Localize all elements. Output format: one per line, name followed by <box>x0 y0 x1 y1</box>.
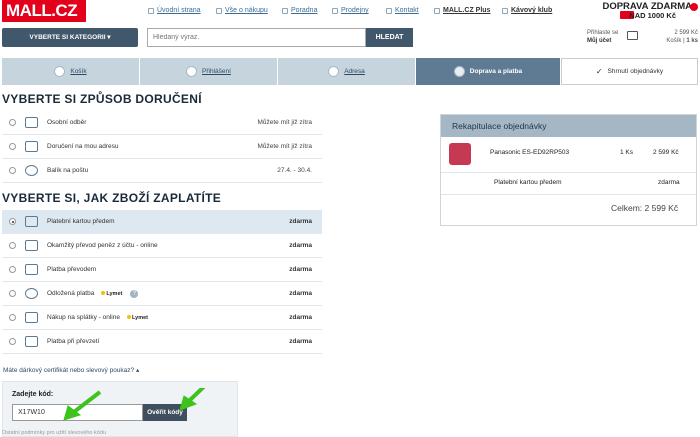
step-summary: ✓ Shrnutí objednávky <box>561 58 698 85</box>
delivery-title: VYBERTE SI ZPŮSOB DORUČENÍ <box>2 92 202 106</box>
pencil-icon <box>186 66 198 77</box>
payment-option-cod[interactable]: Platba při převzetí zdarma <box>2 330 322 354</box>
check-icon: ✓ <box>595 67 603 76</box>
payment-option-deferred[interactable]: Odložená platba Lymet? zdarma <box>2 282 322 306</box>
post-horn-icon <box>25 165 38 176</box>
radio[interactable] <box>9 290 16 297</box>
delivery-options: Osobní odběr Můžete mít již zítra Doručen… <box>2 111 322 183</box>
free-shipping-threshold: NAD 1000 Kč <box>629 11 676 20</box>
info-icon <box>216 7 222 14</box>
cart-summary[interactable]: 2 599 Kč Košík | 1 ks <box>654 29 698 45</box>
order-recap-title: Rekapitulace objednávky <box>441 115 696 137</box>
payment-option-transfer[interactable]: Platba převodem zdarma <box>2 258 322 282</box>
radio[interactable] <box>9 314 16 321</box>
payment-title: VYBERTE SI, JAK ZBOŽÍ ZAPLATÍTE <box>2 191 222 205</box>
close-promo-icon[interactable] <box>690 3 698 11</box>
voucher-footnote: Ostatní podmínky pro užití slevového kód… <box>2 430 106 436</box>
help-icon <box>282 7 288 14</box>
address-icon <box>328 66 340 77</box>
truck-icon <box>25 141 38 152</box>
product-image <box>449 143 471 165</box>
coffee-icon <box>502 7 508 14</box>
cash-hand-icon <box>25 336 38 347</box>
product-name[interactable]: Panasonic ES-ED92RP503 <box>490 149 569 156</box>
help-icon[interactable]: ? <box>130 289 139 298</box>
delivery-option-post[interactable]: Balík na poštu 27.4. - 30.4. <box>2 159 322 183</box>
product-price: 2 599 Kč <box>653 149 679 156</box>
lymet-logo: Lymet <box>127 315 148 321</box>
lymet-logo: Lymet <box>101 291 122 297</box>
voucher-label: Zadejte kód: <box>12 391 54 398</box>
radio[interactable] <box>9 338 16 345</box>
order-total: Celkem: 2 599 Kč <box>611 203 679 213</box>
arrow-to-button <box>188 388 206 402</box>
store-icon <box>332 7 338 14</box>
payment-option-instant-transfer[interactable]: Okamžitý převod peněz z účtu - online zda… <box>2 234 322 258</box>
link-mall-plus[interactable]: MALL.CZ Plus <box>434 7 490 14</box>
hand-coins-icon <box>25 312 38 323</box>
link-home[interactable]: Úvodní strana <box>148 7 201 14</box>
step-address[interactable]: Adresa <box>278 58 416 85</box>
radio[interactable] <box>9 266 16 273</box>
coins-icon <box>25 264 38 275</box>
delivery-option-pickup[interactable]: Osobní odběr Můžete mít již zítra <box>2 111 322 135</box>
voucher-toggle[interactable]: Máte dárkový certifikát nebo slevový pou… <box>3 366 139 374</box>
truck-icon <box>453 66 465 77</box>
link-help[interactable]: Poradna <box>282 7 317 14</box>
mall-logo[interactable]: MALL.CZ <box>2 0 86 22</box>
radio[interactable] <box>9 143 16 150</box>
step-shipping-payment: Doprava a platba <box>416 58 561 85</box>
radio[interactable] <box>9 167 16 174</box>
cart-icon[interactable] <box>627 31 638 40</box>
product-qty: 1 Ks <box>620 149 634 156</box>
radio-selected[interactable] <box>9 218 16 225</box>
category-menu-button[interactable]: VYBERTE SI KATEGORII ▾ <box>2 28 138 47</box>
step-login[interactable]: Přihlášení <box>140 58 278 85</box>
cart-icon <box>54 66 66 77</box>
credit-card-icon <box>25 216 38 227</box>
login-link[interactable]: Přihlaste se Můj účet <box>587 29 618 45</box>
recap-payment-price: zdarma <box>658 179 680 186</box>
bank-icon <box>25 240 38 251</box>
payment-option-installments[interactable]: Nákup na splátky - online Lymet zdarma <box>2 306 322 330</box>
link-contact[interactable]: Kontakt <box>386 7 419 14</box>
link-coffee-club[interactable]: Kávový klub <box>502 7 552 14</box>
search-button[interactable]: HLEDAT <box>366 28 413 47</box>
payment-option-card[interactable]: Platební kartou předem zdarma <box>2 210 322 234</box>
mail-icon <box>386 7 392 14</box>
arrow-to-input <box>72 390 102 414</box>
delivery-option-address[interactable]: Doručení na mou adresu Můžete mít již zít… <box>2 135 322 159</box>
green-arrows <box>63 388 206 421</box>
search-input[interactable] <box>147 28 366 47</box>
link-about-shopping[interactable]: Vše o nákupu <box>216 7 268 14</box>
step-cart[interactable]: Košík <box>2 58 140 85</box>
clock-icon <box>25 288 38 299</box>
divider <box>441 172 696 173</box>
radio[interactable] <box>9 242 16 249</box>
payment-options: Platební kartou předem zdarma Okamžitý př… <box>2 210 322 354</box>
checkout-steps: Košík Přihlášení Adresa Doprava a platba… <box>2 58 698 85</box>
link-stores[interactable]: Prodejny <box>332 7 369 14</box>
radio[interactable] <box>9 119 16 126</box>
recap-payment: Platební kartou předem <box>494 179 562 186</box>
store-icon <box>25 117 38 128</box>
plus-icon <box>434 7 440 14</box>
home-icon <box>148 7 154 14</box>
divider <box>441 194 696 195</box>
